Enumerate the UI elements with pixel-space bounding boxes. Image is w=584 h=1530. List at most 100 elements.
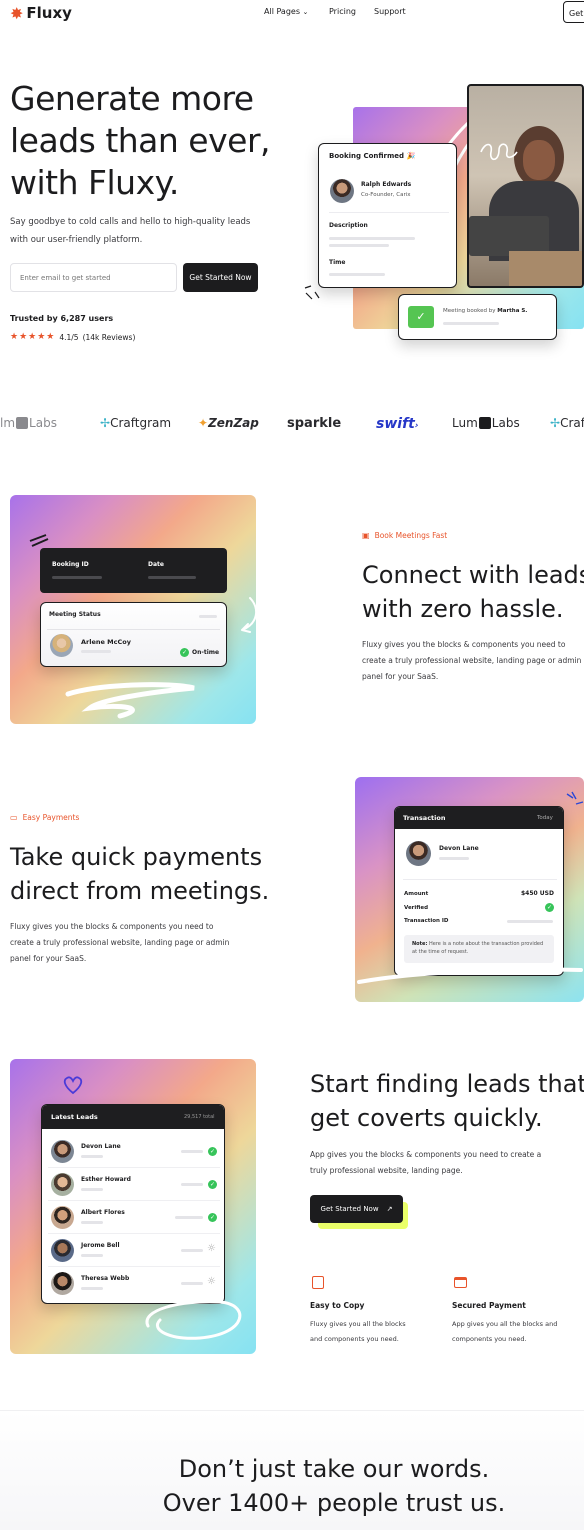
- feature1-body-line: create a truly professional website, lan…: [362, 656, 582, 665]
- scribble-decoration-icon: [145, 1300, 242, 1340]
- lead-name: Devon Lane: [81, 1143, 121, 1150]
- logo-labs-partial: lm Labs: [0, 416, 57, 430]
- check-circle-icon: ✓: [545, 903, 554, 912]
- chevron-down-icon: ⌄: [302, 8, 309, 16]
- feature2-body-line: Fluxy gives you the blocks & components …: [10, 922, 214, 931]
- lead-row[interactable]: Albert Flores ✓: [42, 1203, 224, 1234]
- pending-icon: ☼: [207, 1276, 216, 1287]
- feature1-title-line: with zero hassle.: [362, 595, 564, 623]
- transaction-title: Transaction: [403, 814, 446, 822]
- feature1-title: Connect with leads with zero hassle.: [362, 558, 584, 626]
- rating-row: ★★★★★ 4.1/5 (14k Reviews): [10, 332, 135, 342]
- sparkle-lines-icon: [566, 791, 584, 805]
- mini-body-line: and components you need.: [310, 1335, 399, 1343]
- hero-subtitle: Say goodbye to cold calls and hello to h…: [10, 213, 250, 249]
- mini-body-line: App gives you all the blocks and: [452, 1320, 558, 1328]
- status-value: On-time: [192, 649, 220, 656]
- check-circle-icon: ✓: [180, 648, 189, 657]
- hero-title-line: with Fluxy.: [10, 163, 179, 202]
- feature3-title-line: Start finding leads that: [310, 1070, 584, 1098]
- booking-card-title: Booking Confirmed 🎉: [329, 152, 416, 160]
- pending-icon: ☼: [207, 1243, 216, 1254]
- feature3-cta-button[interactable]: Get Started Now ↗: [310, 1195, 403, 1223]
- hero-title: Generate more leads than ever, with Flux…: [10, 78, 271, 204]
- email-input[interactable]: [10, 263, 177, 292]
- check-circle-icon: ✓: [208, 1147, 217, 1156]
- amount-label: Amount: [404, 891, 429, 897]
- brand-name: Fluxy: [26, 4, 72, 22]
- brand[interactable]: ✸ Fluxy: [10, 4, 72, 23]
- avatar: [406, 841, 431, 866]
- hero-photo: [467, 84, 584, 288]
- booking-id-label: Booking ID: [52, 561, 89, 568]
- feature1-body-line: Fluxy gives you the blocks & components …: [362, 640, 566, 649]
- testimonials-title-line: Don’t just take our words.: [178, 1455, 490, 1483]
- rating-reviews: (14k Reviews): [82, 332, 136, 342]
- hero-title-line: Generate more: [10, 79, 254, 118]
- nav-all-pages[interactable]: All Pages ⌄: [264, 7, 308, 16]
- cta-label: Get Started Now: [320, 1205, 379, 1213]
- lead-row[interactable]: Jerome Bell ☼: [42, 1236, 224, 1267]
- feature2-body: Fluxy gives you the blocks & components …: [10, 919, 229, 967]
- tag-label: Easy Payments: [22, 813, 80, 822]
- nav-link-label: All Pages: [264, 7, 300, 16]
- get-started-button[interactable]: Get Started Now: [183, 263, 258, 292]
- heart-icon: [63, 1076, 83, 1095]
- feature3-title-line: get coverts quickly.: [310, 1104, 543, 1132]
- card-icon: ▭: [10, 813, 18, 822]
- logo-zenzap: ✦ZenZap: [198, 416, 259, 430]
- avatar: [51, 1272, 74, 1295]
- logo-text: Lum: [452, 416, 478, 430]
- feature3-body: App gives you the blocks & components yo…: [310, 1147, 541, 1179]
- date-label: Date: [148, 561, 164, 568]
- lead-row[interactable]: Esther Howard ✓: [42, 1170, 224, 1201]
- nav-pricing[interactable]: Pricing: [329, 7, 356, 16]
- logo-text: Labs: [29, 416, 57, 430]
- avatar: [51, 1173, 74, 1196]
- feature2-title: Take quick payments direct from meetings…: [10, 840, 269, 908]
- feature3-title: Start finding leads that get coverts qui…: [310, 1067, 584, 1135]
- feature2-body-line: panel for your SaaS.: [10, 954, 87, 963]
- mini-title-copy: Easy to Copy: [310, 1301, 365, 1310]
- transaction-card: Transaction Today Devon Lane Amount $450…: [394, 806, 564, 976]
- feature1-tag: ▣ Book Meetings Fast: [362, 531, 447, 540]
- feature3-body-line: truly professional website, landing page…: [310, 1166, 463, 1175]
- nav-support[interactable]: Support: [374, 7, 406, 16]
- hero-subtitle-line: Say goodbye to cold calls and hello to h…: [10, 217, 251, 227]
- avatar: [51, 1140, 74, 1163]
- note-text: Here is a note about the transaction pro…: [412, 941, 544, 955]
- lead-name: Esther Howard: [81, 1176, 131, 1183]
- stroke-decoration-icon: [29, 534, 49, 547]
- logo-text: Labs: [491, 416, 520, 430]
- mini-body-payment: App gives you all the blocks and compone…: [452, 1317, 557, 1347]
- leads-title: Latest Leads: [51, 1113, 98, 1121]
- description-label: Description: [329, 222, 368, 229]
- tag-label: Book Meetings Fast: [374, 531, 448, 540]
- nav-get-button[interactable]: Get: [563, 1, 584, 23]
- arrow-logo-icon: ›: [414, 421, 419, 431]
- feature1-body: Fluxy gives you the blocks & components …: [362, 637, 581, 685]
- mini-title-payment: Secured Payment: [452, 1301, 526, 1310]
- transaction-when: Today: [537, 815, 553, 821]
- mini-body-line: Fluxy gives you all the blocks: [310, 1320, 406, 1328]
- feature1-title-line: Connect with leads: [362, 561, 584, 589]
- lead-name: Albert Flores: [81, 1209, 125, 1216]
- loops-decoration-icon: [480, 143, 518, 161]
- scribble-decoration-icon: [357, 967, 583, 984]
- check-icon: ✓: [408, 306, 434, 328]
- logo-text: sparkle: [287, 416, 342, 431]
- lead-row[interactable]: Devon Lane ✓: [42, 1137, 224, 1168]
- hero-subtitle-line: with our user-friendly platform.: [10, 235, 143, 245]
- square-logo-icon: [478, 417, 491, 429]
- feature2-tag: ▭ Easy Payments: [10, 813, 79, 822]
- logo-sparkle: sparkle: [287, 416, 341, 431]
- txn-label: Transaction ID: [404, 918, 449, 924]
- sparkle-lines-icon: [304, 285, 320, 300]
- testimonials-title-line: Over 1400+ people trust us.: [162, 1489, 506, 1517]
- transaction-person: Devon Lane: [439, 845, 479, 852]
- sparkle-logo-icon: ✢: [100, 416, 111, 430]
- feature1-body-line: panel for your SaaS.: [362, 672, 439, 681]
- mini-body-copy: Fluxy gives you all the blocks and compo…: [310, 1317, 406, 1347]
- logo-text: swift: [376, 416, 415, 432]
- feature2-body-line: create a truly professional website, lan…: [10, 938, 230, 947]
